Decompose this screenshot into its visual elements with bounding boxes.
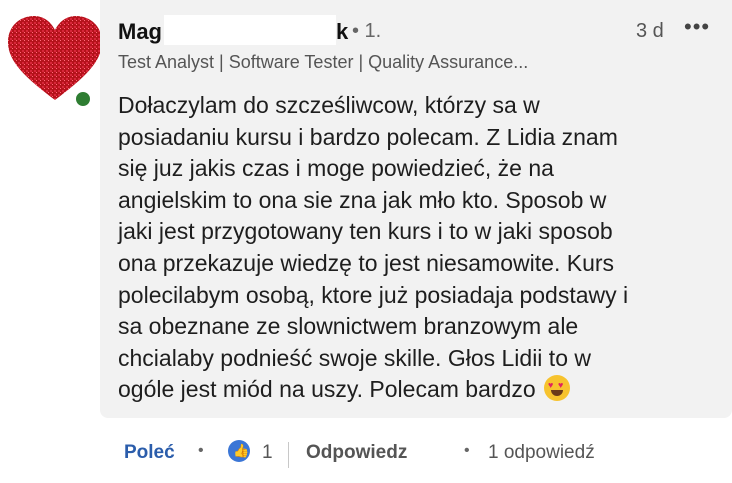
author-name[interactable]: Mag k — [118, 15, 348, 48]
comment-text: Dołaczylam do szcześliwcow, którzy sa w … — [118, 90, 718, 406]
redaction-block — [164, 15, 336, 45]
divider — [288, 442, 289, 468]
online-status-icon — [74, 90, 92, 108]
more-options-icon[interactable]: ••• — [684, 14, 710, 40]
connection-degree: • 1. — [352, 20, 382, 42]
comment-body: Dołaczylam do szcześliwcow, którzy sa w … — [118, 92, 629, 403]
avatar[interactable] — [6, 14, 104, 108]
separator-dot: • — [464, 442, 470, 459]
heart-eyes-emoji-icon: ♥ ♥ — [544, 375, 571, 402]
like-reaction-icon[interactable]: 👍 — [228, 440, 250, 462]
recommend-button[interactable]: Poleć — [124, 442, 175, 464]
heart-avatar-icon — [8, 16, 102, 100]
reply-button[interactable]: Odpowiedz — [306, 442, 407, 464]
timestamp: 3 d — [636, 20, 664, 42]
separator-dot: • — [198, 442, 204, 459]
author-name-end[interactable]: k — [336, 19, 348, 44]
author-name-start[interactable]: Mag — [118, 19, 162, 44]
replies-link[interactable]: 1 odpowiedź — [488, 442, 595, 464]
comment-actions: Poleć • 👍 1 Odpowiedz • 1 odpowiedź — [0, 440, 732, 470]
author-headline: Test Analyst | Software Tester | Quality… — [118, 52, 529, 72]
reaction-count[interactable]: 1 — [262, 442, 273, 464]
